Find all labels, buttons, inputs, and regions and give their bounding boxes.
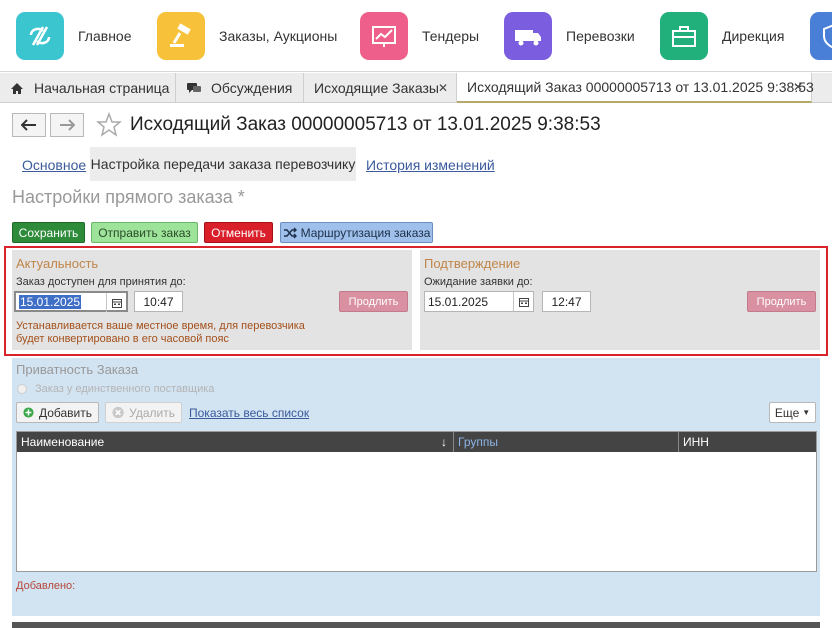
section-label: Заказы, Аукционы	[219, 28, 338, 44]
single-supplier-option[interactable]: Заказ у единственного поставщика	[17, 383, 214, 395]
tab-home[interactable]: Начальная страница	[0, 73, 176, 103]
column-header-inn[interactable]: ИНН	[679, 432, 816, 452]
section-security[interactable]	[810, 12, 832, 60]
delete-button[interactable]: Удалить	[105, 402, 182, 423]
section-orders[interactable]: Заказы, Аукционы	[157, 12, 337, 60]
section-bar: Главное Заказы, Аукционы Тендеры Перевоз…	[0, 0, 832, 72]
column-header-groups[interactable]: Группы	[454, 432, 679, 452]
subtab-main[interactable]: Основное	[22, 157, 86, 173]
added-label: Добавлено:	[16, 580, 76, 592]
main-logo-icon	[16, 12, 64, 60]
open-tabs-bar: Начальная страница Обсуждения Исходящие …	[0, 73, 832, 103]
tab-discussions[interactable]: Обсуждения	[176, 73, 304, 103]
route-order-label: Маршрутизация заказа	[300, 225, 431, 240]
auction-hammer-icon	[157, 12, 205, 60]
shuffle-icon	[283, 227, 297, 238]
chevron-down-icon: ▼	[802, 408, 811, 417]
add-button[interactable]: Добавить	[16, 402, 99, 423]
close-icon[interactable]: ✕	[438, 81, 448, 95]
favorite-star-icon[interactable]	[95, 111, 123, 142]
save-button[interactable]: Сохранить	[12, 222, 85, 243]
section-direction[interactable]: Дирекция	[660, 12, 784, 60]
form-title: Настройки прямого заказа *	[12, 187, 245, 207]
subtab-history[interactable]: История изменений	[366, 157, 495, 173]
shield-icon	[810, 12, 832, 60]
forward-button[interactable]	[50, 113, 84, 137]
truck-icon	[504, 12, 552, 60]
more-dropdown[interactable]: Еще ▼	[769, 402, 816, 423]
sort-arrow-icon: ↓	[441, 435, 447, 449]
tab-label: Исходящие Заказы	[314, 80, 439, 96]
section-label: Главное	[78, 28, 132, 44]
chart-board-icon	[360, 12, 408, 60]
home-icon	[10, 82, 24, 95]
tab-current-order[interactable]: Исходящий Заказ 00000005713 от 13.01.202…	[457, 73, 814, 103]
add-label: Добавить	[38, 405, 92, 420]
radio-button[interactable]	[17, 384, 27, 394]
highlight-frame	[4, 246, 828, 356]
single-supplier-label: Заказ у единственного поставщика	[35, 383, 215, 395]
back-button[interactable]	[12, 113, 46, 137]
page-title: Исходящий Заказ 00000005713 от 13.01.202…	[130, 114, 601, 135]
tab-label: Обсуждения	[211, 80, 293, 96]
tab-label: Начальная страница	[34, 80, 170, 96]
section-tenders[interactable]: Тендеры	[360, 12, 479, 60]
section-label: Дирекция	[722, 28, 785, 44]
chat-bubbles-icon	[186, 82, 202, 95]
column-label: Наименование	[21, 435, 105, 449]
column-header-name[interactable]: Наименование ↓	[17, 432, 454, 452]
delete-label: Удалить	[129, 405, 175, 420]
arrow-right-icon	[60, 119, 75, 131]
privacy-title: Приватность Заказа	[16, 362, 139, 377]
arrow-left-icon	[21, 119, 36, 131]
section-main[interactable]: Главное	[16, 12, 132, 60]
bottom-divider	[12, 622, 820, 628]
more-label: Еще	[774, 405, 800, 420]
section-label: Перевозки	[566, 28, 635, 44]
section-transport[interactable]: Перевозки	[504, 12, 635, 60]
tab-outgoing-orders[interactable]: Исходящие Заказы ✕	[304, 73, 457, 103]
delete-circle-icon	[112, 406, 124, 419]
cancel-button[interactable]: Отменить	[204, 222, 273, 243]
send-order-button[interactable]: Отправить заказ	[91, 222, 198, 243]
suppliers-table[interactable]: Наименование ↓ Группы ИНН	[16, 431, 817, 572]
close-icon[interactable]: ✕	[793, 80, 803, 94]
show-all-link[interactable]: Показать весь список	[189, 406, 309, 420]
tab-label: Исходящий Заказ 00000005713 от 13.01.202…	[467, 79, 814, 95]
plus-circle-icon	[23, 407, 34, 418]
section-label: Тендеры	[422, 28, 480, 44]
route-order-button[interactable]: Маршрутизация заказа	[280, 222, 433, 243]
subtab-carrier-settings[interactable]: Настройка передачи заказа перевозчику	[90, 147, 356, 181]
briefcase-icon	[660, 12, 708, 60]
